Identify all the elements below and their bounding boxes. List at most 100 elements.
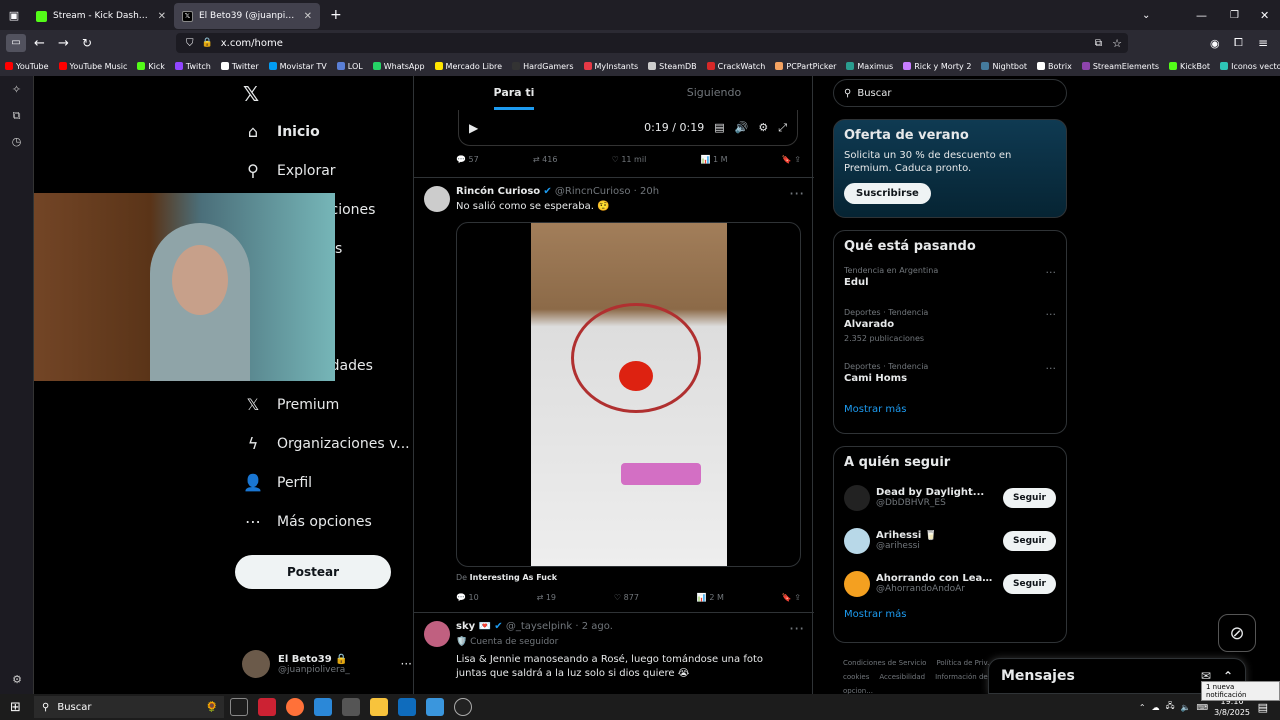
bookmark-item[interactable]: Movistar TV (264, 62, 332, 71)
fullscreen-icon[interactable]: ⤢ (778, 121, 787, 135)
synced-tabs-icon[interactable]: ⧉ (0, 104, 33, 128)
bookmark-item[interactable]: Mercado Libre (430, 62, 508, 71)
nav-item-perfil[interactable]: 👤 Perfil (234, 463, 414, 502)
browser-tab-x[interactable]: 𝕏 El Beto39 (@juanpiolivera_) ✕ (174, 3, 320, 29)
outlook-icon[interactable] (398, 698, 416, 716)
firefox-icon[interactable] (286, 698, 304, 716)
tab-for-you[interactable]: Para ti (414, 76, 614, 110)
bookmark-item[interactable]: PCPartPicker (770, 62, 841, 71)
browser-tab-kick[interactable]: Stream - Kick Dashboard ✕ (28, 3, 174, 29)
new-tab-icon[interactable]: + (330, 7, 342, 23)
taskbar-search-input[interactable]: ⚲ Buscar 🌻 (34, 696, 224, 718)
trend-item[interactable]: Deportes · Tendencia Cami Homs ··· (844, 362, 1056, 392)
bookmark-item[interactable]: Kick (132, 62, 170, 71)
tab-following[interactable]: Siguiendo (614, 76, 814, 110)
follow-button[interactable]: Seguir (1003, 573, 1056, 594)
extensions-puzzle-icon[interactable]: ⧠ (1234, 36, 1243, 50)
tweet-time[interactable]: · 2 ago. (575, 621, 613, 632)
tracking-shield-icon[interactable]: ⛉ (186, 38, 194, 49)
bookmark-item[interactable]: Nightbot (976, 62, 1032, 71)
source-name[interactable]: Interesting As Fuck (470, 573, 557, 582)
reload-icon[interactable]: ↻ (82, 36, 92, 50)
windows-start-icon[interactable]: ⊞ (10, 700, 21, 715)
nav-item-inicio[interactable]: ⌂ Inicio (234, 112, 414, 151)
url-bar[interactable]: ⛉ 🔒 x.com/home ⧉ ☆ (176, 33, 1128, 53)
author-name[interactable]: sky 💌 (456, 621, 491, 632)
close-window-icon[interactable]: ✕ (1260, 9, 1269, 22)
avatar[interactable] (424, 186, 450, 212)
follow-suggestion[interactable]: Ahorrando con Lean... @AhorrandoAndoAr Seg… (844, 562, 1056, 605)
menu-icon[interactable]: ≡ (1258, 36, 1268, 50)
bookmark-item[interactable]: HardGamers (507, 62, 578, 71)
forward-icon[interactable]: → (58, 36, 69, 51)
show-more-follow-link[interactable]: Mostrar más (844, 609, 1056, 620)
obs-icon[interactable] (454, 698, 472, 716)
extension-icon[interactable]: ◉ (1210, 37, 1220, 50)
bookmark-item[interactable]: YouTube (0, 62, 54, 71)
avatar[interactable] (844, 570, 870, 597)
store-icon[interactable] (314, 698, 332, 716)
tweet[interactable]: Rincón Curioso ✔ @RincnCurioso · 20h ···… (414, 177, 814, 612)
author-handle[interactable]: @_tayselpink (506, 621, 572, 632)
captions-icon[interactable]: ▤ (714, 121, 724, 134)
tab-list-icon[interactable]: ▣ (0, 9, 28, 22)
follow-button[interactable]: Seguir (1003, 487, 1056, 508)
file-explorer-icon[interactable] (370, 698, 388, 716)
footer-link[interactable]: Condiciones de Servicio (843, 659, 926, 667)
account-switcher[interactable]: El Beto39 🔒 @juanpiolivera_ ··· (242, 646, 412, 682)
bookmark-item[interactable]: LOL (332, 62, 368, 71)
play-icon[interactable]: ▶ (469, 121, 478, 135)
footer-link[interactable]: Política de Priv... (936, 659, 993, 667)
bookmark-item[interactable]: Iconos vectoriales y sti... (1215, 62, 1280, 71)
tweet-video[interactable] (456, 222, 801, 567)
tweet[interactable]: sky 💌 ✔ @_tayselpink · 2 ago. ··· 🛡️ Cue… (414, 612, 814, 694)
follow-suggestion[interactable]: Dead by Daylight... @DbDBHVR_ES Seguir (844, 476, 1056, 519)
bookmark-star-icon[interactable]: ☆ (1112, 37, 1122, 50)
minimize-icon[interactable]: — (1196, 9, 1207, 22)
ai-chatbot-icon[interactable]: ✧ (0, 78, 33, 102)
tray-chevron-icon[interactable]: ⌃ (1139, 703, 1146, 712)
volume-icon[interactable]: 🔊 (735, 121, 749, 134)
bookmark-button[interactable]: 🔖 ⇪ (782, 155, 801, 164)
views-button[interactable]: 📊 2 M (697, 593, 724, 602)
app-icon[interactable] (258, 698, 276, 716)
nav-item-organizaciones-v-[interactable]: ϟ Organizaciones v... (234, 424, 414, 463)
remote-desktop-icon[interactable] (426, 698, 444, 716)
author-name[interactable]: Rincón Curioso (456, 186, 540, 197)
trend-item[interactable]: Tendencia en Argentina Edul ··· (844, 266, 1056, 296)
bookmark-item[interactable]: WhatsApp (368, 62, 430, 71)
footer-link[interactable]: Accesibilidad (879, 673, 925, 681)
like-button[interactable]: ♡ 877 (614, 593, 639, 602)
bookmark-item[interactable]: MyInstants (579, 62, 644, 71)
more-icon[interactable]: ··· (1046, 308, 1057, 321)
tweet-time[interactable]: · 20h (634, 186, 659, 197)
bookmark-item[interactable]: Maximus (841, 62, 898, 71)
notification-icon[interactable]: ▤ (1258, 701, 1268, 714)
bookmark-button[interactable]: 🔖 ⇪ (782, 593, 801, 602)
tray-app-icon[interactable]: ☁ (1152, 703, 1160, 712)
history-icon[interactable]: ◷ (0, 130, 33, 154)
follow-button[interactable]: Seguir (1003, 530, 1056, 551)
nav-item-más-opciones[interactable]: ⋯ Más opciones (234, 502, 414, 541)
post-button[interactable]: Postear (235, 555, 391, 589)
bookmark-item[interactable]: YouTube Music (54, 62, 133, 71)
keyboard-icon[interactable]: ⌨ (1197, 703, 1209, 712)
show-more-trends-link[interactable]: Mostrar más (844, 404, 1056, 415)
tab-overflow-chevron-icon[interactable]: ⌄ (1142, 10, 1150, 21)
bookmark-item[interactable]: Twitch (170, 62, 216, 71)
settings-icon[interactable] (342, 698, 360, 716)
more-icon[interactable]: ··· (401, 657, 412, 671)
subscribe-button[interactable]: Suscribirse (844, 183, 931, 204)
volume-icon[interactable]: 🔈 (1181, 703, 1191, 712)
task-view-icon[interactable] (230, 698, 248, 716)
avatar[interactable] (424, 621, 450, 647)
bookmark-item[interactable]: SteamDB (643, 62, 701, 71)
more-icon[interactable]: ··· (1046, 266, 1057, 279)
close-tab-icon[interactable]: ✕ (304, 11, 312, 22)
bookmark-item[interactable]: Botrix (1032, 62, 1077, 71)
picture-in-picture-icon[interactable]: ⧉ (1095, 38, 1102, 49)
back-icon[interactable]: ← (34, 36, 45, 51)
sidebar-settings-icon[interactable]: ⚙ (0, 668, 34, 692)
trend-item[interactable]: Deportes · Tendencia Alvarado 2.352 public… (844, 308, 1056, 350)
more-icon[interactable]: ··· (1046, 362, 1057, 375)
